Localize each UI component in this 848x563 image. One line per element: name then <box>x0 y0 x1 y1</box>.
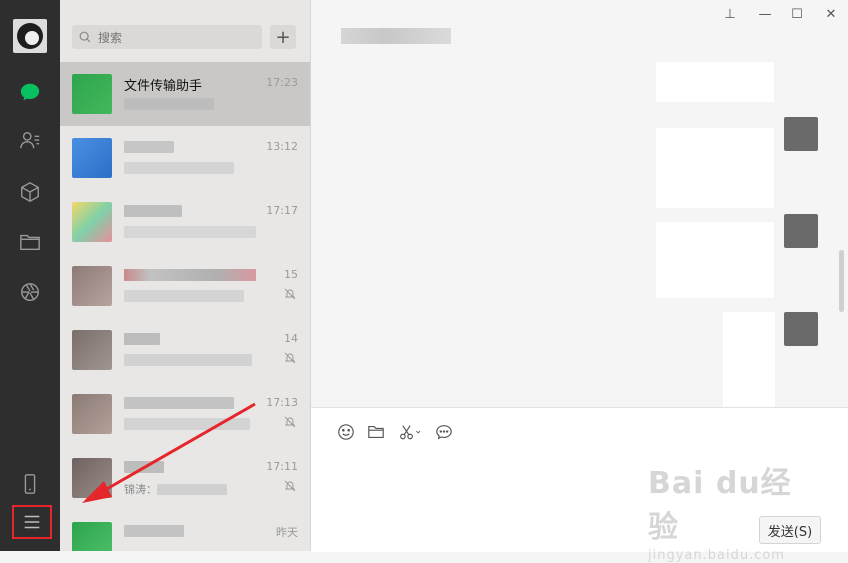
conversation-time: 17:17 <box>266 204 298 217</box>
conversation-avatar <box>72 202 112 242</box>
conversation-name <box>124 267 264 283</box>
message-bubble <box>723 312 775 407</box>
message-avatar <box>784 312 818 346</box>
conversation-item[interactable]: 锦涛： 17:11 <box>60 446 310 510</box>
files-icon[interactable] <box>18 230 42 254</box>
chat-bubble-icon <box>436 425 452 440</box>
conversation-preview <box>124 225 264 239</box>
conversation-time: 15 <box>284 268 298 281</box>
message-bubble <box>656 128 774 208</box>
search-icon <box>79 31 91 43</box>
conversation-item[interactable]: 昨天 <box>60 510 310 551</box>
conversation-preview <box>124 97 264 111</box>
emoji-button[interactable] <box>336 422 356 442</box>
conversation-avatar <box>72 266 112 306</box>
conversation-name <box>124 331 264 347</box>
conversation-time: 13:12 <box>266 140 298 153</box>
message-bubble <box>656 222 774 298</box>
conversation-time: 昨天 <box>276 526 298 539</box>
conversation-name: 文件传输助手 <box>124 79 203 91</box>
message-avatar <box>784 117 818 151</box>
conversation-name <box>124 139 264 155</box>
chat-icon[interactable] <box>18 80 42 104</box>
conversation-time: 17:13 <box>266 396 298 409</box>
nav-bar <box>0 0 60 551</box>
conversation-avatar <box>72 138 112 178</box>
emoji-icon <box>338 424 354 440</box>
chat-history-button[interactable] <box>434 422 454 442</box>
close-button[interactable]: ✕ <box>820 4 842 24</box>
mute-icon <box>284 352 296 364</box>
conversation-time: 17:11 <box>266 460 298 473</box>
conversation-preview <box>124 417 264 431</box>
conversation-item[interactable]: 14 <box>60 318 310 382</box>
conversation-avatar <box>72 394 112 434</box>
mute-icon <box>284 416 296 428</box>
avatar[interactable] <box>13 19 47 53</box>
message-area <box>311 62 848 407</box>
conversation-preview <box>124 289 264 303</box>
mini-programs-icon[interactable] <box>18 180 42 204</box>
phone-icon[interactable] <box>18 472 42 496</box>
message-bubble <box>656 62 774 102</box>
screenshot-button[interactable] <box>397 422 425 442</box>
add-chat-button[interactable]: + <box>270 25 296 49</box>
watermark: Bai du经验 jingyan.baidu.com <box>648 466 792 563</box>
pin-button[interactable]: ⊥ <box>719 4 741 24</box>
mute-icon <box>284 480 296 492</box>
chat-title <box>341 28 451 44</box>
message-scrollbar[interactable] <box>839 250 844 312</box>
conversation-preview: 锦涛： <box>124 481 264 495</box>
conversation-time: 17:23 <box>266 76 298 89</box>
search-input[interactable] <box>96 28 260 48</box>
conversation-item[interactable]: 文件传输助手 17:23 <box>60 62 310 126</box>
conversation-avatar <box>72 458 112 498</box>
more-menu-button[interactable] <box>12 505 52 539</box>
conversation-name <box>124 523 264 539</box>
chat-header: ⊥ — ☐ ✕ <box>311 0 848 63</box>
maximize-button[interactable]: ☐ <box>786 4 808 24</box>
conversation-name <box>124 203 264 219</box>
conversation-avatar <box>72 330 112 370</box>
conversation-name <box>124 395 264 411</box>
conversation-item[interactable]: 17:17 <box>60 190 310 254</box>
file-button[interactable] <box>366 422 386 442</box>
conversation-list: + 文件传输助手 17:23 13:12 17:17 15 14 <box>60 0 311 551</box>
contacts-icon[interactable] <box>18 128 42 152</box>
moments-icon[interactable] <box>18 280 42 304</box>
conversation-name <box>124 459 264 475</box>
conversation-avatar <box>72 74 112 114</box>
conversation-avatar <box>72 522 112 551</box>
conversation-item[interactable]: 15 <box>60 254 310 318</box>
conversation-item[interactable]: 17:13 <box>60 382 310 446</box>
conversation-item[interactable]: 13:12 <box>60 126 310 190</box>
message-avatar <box>784 214 818 248</box>
conversation-time: 14 <box>284 332 298 345</box>
mute-icon <box>284 288 296 300</box>
conversation-preview <box>124 161 264 175</box>
hamburger-icon <box>24 515 40 529</box>
search-bar[interactable] <box>72 25 262 49</box>
scissors-icon <box>400 425 421 440</box>
minimize-button[interactable]: — <box>754 4 776 24</box>
conversation-preview <box>124 353 264 367</box>
folder-icon <box>368 426 384 438</box>
